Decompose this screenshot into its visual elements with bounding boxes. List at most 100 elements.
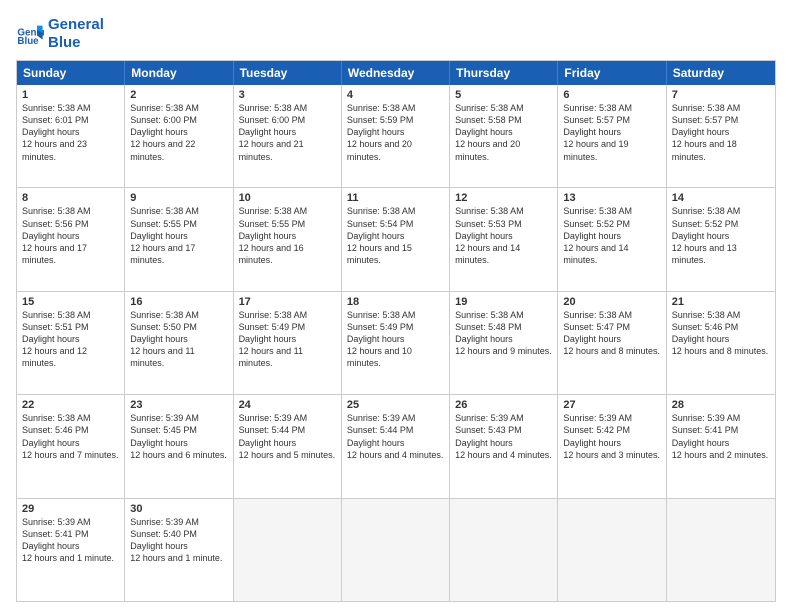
calendar-row-1: 8 Sunrise: 5:38 AMSunset: 5:56 PMDayligh… [17,187,775,290]
day-number: 7 [672,89,770,101]
day-number: 12 [455,192,552,204]
cell-info: Sunrise: 5:39 AMSunset: 5:45 PMDaylight … [130,413,227,459]
day-number: 22 [22,399,119,411]
cell-info: Sunrise: 5:38 AMSunset: 5:51 PMDaylight … [22,310,91,369]
calendar-cell: 1 Sunrise: 5:38 AMSunset: 6:01 PMDayligh… [17,85,125,187]
day-number: 26 [455,399,552,411]
cell-info: Sunrise: 5:39 AMSunset: 5:40 PMDaylight … [130,517,222,563]
calendar-cell: 19 Sunrise: 5:38 AMSunset: 5:48 PMDaylig… [450,292,558,394]
day-number: 17 [239,296,336,308]
header-day-sunday: Sunday [17,61,125,85]
day-number: 13 [563,192,660,204]
calendar-cell: 4 Sunrise: 5:38 AMSunset: 5:59 PMDayligh… [342,85,450,187]
calendar-cell: 2 Sunrise: 5:38 AMSunset: 6:00 PMDayligh… [125,85,233,187]
cell-info: Sunrise: 5:38 AMSunset: 5:46 PMDaylight … [22,413,119,459]
calendar-row-0: 1 Sunrise: 5:38 AMSunset: 6:01 PMDayligh… [17,85,775,187]
logo: General Blue General Blue [16,16,104,52]
day-number: 23 [130,399,227,411]
calendar-cell [234,499,342,601]
cell-info: Sunrise: 5:39 AMSunset: 5:42 PMDaylight … [563,413,660,459]
cell-info: Sunrise: 5:38 AMSunset: 5:49 PMDaylight … [239,310,308,369]
calendar-row-3: 22 Sunrise: 5:38 AMSunset: 5:46 PMDaylig… [17,394,775,497]
calendar-cell: 22 Sunrise: 5:38 AMSunset: 5:46 PMDaylig… [17,395,125,497]
calendar-cell: 26 Sunrise: 5:39 AMSunset: 5:43 PMDaylig… [450,395,558,497]
calendar-row-4: 29 Sunrise: 5:39 AMSunset: 5:41 PMDaylig… [17,498,775,601]
header-day-monday: Monday [125,61,233,85]
day-number: 18 [347,296,444,308]
day-number: 3 [239,89,336,101]
calendar-cell: 14 Sunrise: 5:38 AMSunset: 5:52 PMDaylig… [667,188,775,290]
page-header: General Blue General Blue [16,16,776,52]
calendar-body: 1 Sunrise: 5:38 AMSunset: 6:01 PMDayligh… [17,85,775,601]
day-number: 20 [563,296,660,308]
cell-info: Sunrise: 5:38 AMSunset: 5:56 PMDaylight … [22,206,91,265]
day-number: 11 [347,192,444,204]
logo-icon: General Blue [16,20,44,48]
header-day-thursday: Thursday [450,61,558,85]
cell-info: Sunrise: 5:38 AMSunset: 5:55 PMDaylight … [239,206,308,265]
header-day-wednesday: Wednesday [342,61,450,85]
calendar-cell: 5 Sunrise: 5:38 AMSunset: 5:58 PMDayligh… [450,85,558,187]
day-number: 4 [347,89,444,101]
header-day-saturday: Saturday [667,61,775,85]
cell-info: Sunrise: 5:38 AMSunset: 5:50 PMDaylight … [130,310,199,369]
day-number: 25 [347,399,444,411]
day-number: 6 [563,89,660,101]
cell-info: Sunrise: 5:39 AMSunset: 5:43 PMDaylight … [455,413,552,459]
cell-info: Sunrise: 5:38 AMSunset: 5:57 PMDaylight … [563,103,632,162]
calendar-cell: 28 Sunrise: 5:39 AMSunset: 5:41 PMDaylig… [667,395,775,497]
calendar-cell: 7 Sunrise: 5:38 AMSunset: 5:57 PMDayligh… [667,85,775,187]
cell-info: Sunrise: 5:38 AMSunset: 5:59 PMDaylight … [347,103,416,162]
cell-info: Sunrise: 5:39 AMSunset: 5:44 PMDaylight … [239,413,336,459]
calendar-cell: 24 Sunrise: 5:39 AMSunset: 5:44 PMDaylig… [234,395,342,497]
calendar-cell: 29 Sunrise: 5:39 AMSunset: 5:41 PMDaylig… [17,499,125,601]
day-number: 27 [563,399,660,411]
day-number: 10 [239,192,336,204]
calendar-header: SundayMondayTuesdayWednesdayThursdayFrid… [17,61,775,85]
calendar-cell: 6 Sunrise: 5:38 AMSunset: 5:57 PMDayligh… [558,85,666,187]
calendar-cell: 16 Sunrise: 5:38 AMSunset: 5:50 PMDaylig… [125,292,233,394]
day-number: 24 [239,399,336,411]
cell-info: Sunrise: 5:38 AMSunset: 5:52 PMDaylight … [672,206,741,265]
day-number: 30 [130,503,227,515]
cell-info: Sunrise: 5:38 AMSunset: 5:48 PMDaylight … [455,310,552,356]
calendar-cell: 30 Sunrise: 5:39 AMSunset: 5:40 PMDaylig… [125,499,233,601]
calendar-cell [667,499,775,601]
day-number: 1 [22,89,119,101]
calendar-cell: 13 Sunrise: 5:38 AMSunset: 5:52 PMDaylig… [558,188,666,290]
day-number: 9 [130,192,227,204]
day-number: 16 [130,296,227,308]
calendar-cell: 11 Sunrise: 5:38 AMSunset: 5:54 PMDaylig… [342,188,450,290]
calendar-cell [450,499,558,601]
cell-info: Sunrise: 5:39 AMSunset: 5:44 PMDaylight … [347,413,444,459]
day-number: 8 [22,192,119,204]
calendar-cell: 23 Sunrise: 5:39 AMSunset: 5:45 PMDaylig… [125,395,233,497]
svg-text:Blue: Blue [17,36,39,47]
day-number: 29 [22,503,119,515]
calendar-cell: 20 Sunrise: 5:38 AMSunset: 5:47 PMDaylig… [558,292,666,394]
calendar-cell: 12 Sunrise: 5:38 AMSunset: 5:53 PMDaylig… [450,188,558,290]
cell-info: Sunrise: 5:39 AMSunset: 5:41 PMDaylight … [672,413,769,459]
cell-info: Sunrise: 5:38 AMSunset: 5:49 PMDaylight … [347,310,416,369]
day-number: 2 [130,89,227,101]
logo-blue: Blue [48,34,104,52]
calendar-cell: 17 Sunrise: 5:38 AMSunset: 5:49 PMDaylig… [234,292,342,394]
calendar-cell [558,499,666,601]
calendar-cell: 3 Sunrise: 5:38 AMSunset: 6:00 PMDayligh… [234,85,342,187]
calendar-cell: 27 Sunrise: 5:39 AMSunset: 5:42 PMDaylig… [558,395,666,497]
cell-info: Sunrise: 5:38 AMSunset: 5:46 PMDaylight … [672,310,769,356]
day-number: 5 [455,89,552,101]
cell-info: Sunrise: 5:38 AMSunset: 5:57 PMDaylight … [672,103,741,162]
calendar-cell: 9 Sunrise: 5:38 AMSunset: 5:55 PMDayligh… [125,188,233,290]
cell-info: Sunrise: 5:38 AMSunset: 5:54 PMDaylight … [347,206,416,265]
cell-info: Sunrise: 5:38 AMSunset: 6:01 PMDaylight … [22,103,91,162]
cell-info: Sunrise: 5:38 AMSunset: 6:00 PMDaylight … [239,103,308,162]
calendar-row-2: 15 Sunrise: 5:38 AMSunset: 5:51 PMDaylig… [17,291,775,394]
calendar-cell: 21 Sunrise: 5:38 AMSunset: 5:46 PMDaylig… [667,292,775,394]
cell-info: Sunrise: 5:38 AMSunset: 5:55 PMDaylight … [130,206,199,265]
cell-info: Sunrise: 5:39 AMSunset: 5:41 PMDaylight … [22,517,114,563]
calendar: SundayMondayTuesdayWednesdayThursdayFrid… [16,60,776,602]
logo-general: General [48,16,104,34]
cell-info: Sunrise: 5:38 AMSunset: 6:00 PMDaylight … [130,103,199,162]
day-number: 14 [672,192,770,204]
